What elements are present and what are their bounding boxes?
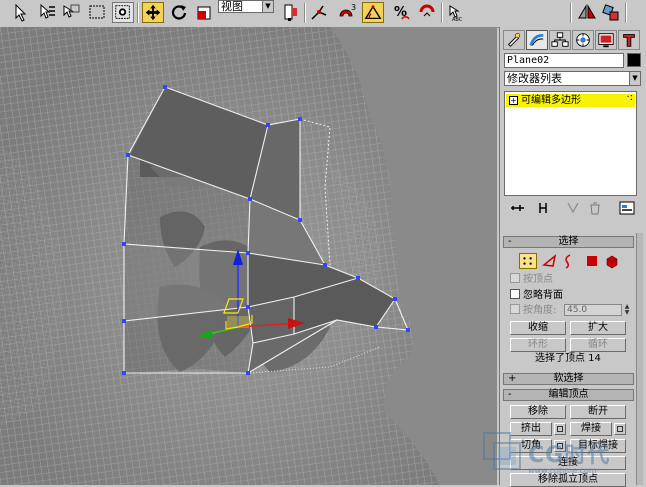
ring-button[interactable]: 环形 (510, 338, 566, 352)
chevron-down-icon: ▼ (262, 1, 273, 12)
svg-text:%: % (394, 5, 407, 20)
configure-modifier-sets-icon[interactable] (618, 200, 636, 216)
by-angle-checkbox[interactable]: 按角度: (510, 304, 556, 316)
remove-button[interactable]: 移除 (510, 405, 566, 419)
modifier-list-dropdown[interactable]: 修改器列表 ▼ (504, 71, 641, 86)
subobject-dots-icon: ·: (626, 92, 633, 103)
select-and-manipulate-icon[interactable] (308, 2, 330, 23)
motion-tab-icon[interactable] (572, 30, 594, 50)
select-and-scale-icon[interactable] (194, 2, 216, 23)
element-mode-icon[interactable] (603, 253, 621, 269)
by-vertex-label: 按顶点 (523, 274, 553, 285)
by-vertex-checkbox[interactable]: 按顶点 (510, 273, 553, 285)
rollout-expand-sign: + (508, 373, 517, 384)
reference-coordinate-dropdown[interactable]: 视图 ▼ (218, 0, 274, 13)
viewport-scene (0, 27, 497, 485)
watermark: CG时代 www.cgtime.com (470, 425, 646, 485)
edit-vertices-rollout-header[interactable]: - 编辑顶点 (503, 389, 634, 401)
mirror-icon[interactable] (576, 2, 598, 23)
command-panel-tabs (503, 30, 641, 52)
rollout-collapse-sign: - (508, 389, 512, 400)
view-selector-label: 视图 (221, 0, 243, 13)
align-icon[interactable] (600, 2, 622, 23)
percent-snap-icon[interactable]: % (390, 2, 412, 23)
spinner-snap-icon[interactable] (416, 2, 438, 23)
angle-snap-icon[interactable] (362, 2, 384, 23)
hierarchy-tab-icon[interactable] (549, 30, 571, 50)
soft-selection-rollout-header[interactable]: + 软选择 (503, 373, 634, 385)
selection-status-text: 选择了顶点 14 (535, 353, 601, 364)
select-region-icon[interactable] (60, 2, 82, 23)
main-toolbar: 视图 ▼ 3 % ABC (0, 0, 646, 28)
select-and-move-icon[interactable] (142, 2, 164, 23)
pin-stack-icon[interactable] (508, 200, 526, 216)
rollout-title: 选择 (558, 236, 579, 247)
utilities-tab-icon[interactable] (618, 30, 640, 50)
window-crossing-icon[interactable] (112, 2, 134, 23)
rollout-collapse-sign: - (508, 236, 512, 247)
expand-icon[interactable]: + (509, 96, 518, 105)
select-and-rotate-icon[interactable] (168, 2, 190, 23)
named-selection-icon[interactable]: ABC (446, 2, 468, 23)
ignore-backfacing-checkbox[interactable]: 忽略背面 (510, 289, 563, 301)
stack-toolbar (504, 200, 641, 218)
stack-item-label: 可编辑多边形 (521, 95, 581, 106)
break-button[interactable]: 断开 (570, 405, 626, 419)
angle-spinner-icon[interactable]: ▲ ▼ (623, 304, 631, 316)
display-tab-icon[interactable] (595, 30, 617, 50)
snap-toggle-icon[interactable]: 3 (336, 2, 358, 23)
pivot-center-icon[interactable] (280, 2, 302, 23)
grow-button[interactable]: 扩大 (570, 321, 626, 335)
modify-tab-icon[interactable] (526, 30, 548, 50)
object-name-field[interactable]: Plane02 (504, 53, 624, 68)
watermark-url: www.cgtime.com (528, 466, 597, 475)
show-end-result-icon[interactable] (534, 200, 552, 216)
ignore-backfacing-label: 忽略背面 (523, 290, 563, 301)
select-object-icon[interactable] (10, 2, 32, 23)
remove-modifier-icon[interactable] (586, 200, 604, 216)
svg-text:ABC: ABC (452, 17, 463, 23)
border-mode-icon[interactable] (561, 253, 579, 269)
command-panel: Plane02 修改器列表 ▼ + 可编辑多边形 ·: - 选择 按顶点 忽略背… (499, 27, 646, 487)
object-color-swatch[interactable] (627, 53, 641, 67)
rectangle-region-icon[interactable] (86, 2, 108, 23)
perspective-viewport[interactable] (0, 27, 497, 485)
create-tab-icon[interactable] (503, 30, 525, 50)
vertex-mode-icon[interactable] (519, 253, 537, 269)
polygon-mode-icon[interactable] (583, 253, 601, 269)
angle-value-field[interactable]: 45.0 (564, 304, 622, 316)
watermark-logo-icon (483, 432, 521, 470)
chevron-down-icon: ▼ (629, 72, 640, 85)
select-by-name-icon[interactable] (36, 2, 58, 23)
make-unique-icon[interactable] (564, 200, 582, 216)
subobject-level-buttons (514, 253, 624, 271)
by-angle-label: 按角度: (523, 305, 557, 316)
selection-rollout-header[interactable]: - 选择 (503, 236, 634, 248)
watermark-brand: CG时代 (528, 443, 611, 468)
shrink-button[interactable]: 收缩 (510, 321, 566, 335)
rollout-title: 编辑顶点 (548, 389, 589, 400)
stack-item-editable-poly[interactable]: + 可编辑多边形 ·: (506, 92, 635, 107)
rollout-title: 软选择 (553, 373, 584, 384)
modifier-list-label: 修改器列表 (507, 72, 562, 85)
loop-button[interactable]: 循环 (570, 338, 626, 352)
svg-text:3: 3 (351, 3, 356, 12)
edge-mode-icon[interactable] (541, 253, 559, 269)
modifier-stack[interactable]: + 可编辑多边形 ·: (504, 91, 637, 196)
